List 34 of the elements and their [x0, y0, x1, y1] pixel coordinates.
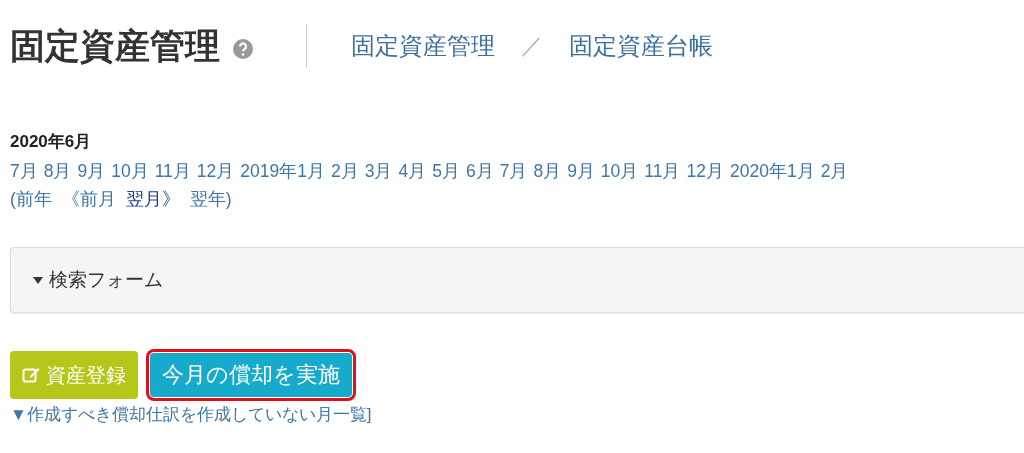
edit-icon [22, 366, 40, 384]
current-month: 2020年6月 [10, 131, 93, 153]
period-nav-link[interactable]: 《前月 [61, 187, 116, 211]
month-link[interactable]: 4月 [398, 159, 427, 183]
month-link[interactable]: 5月 [432, 159, 460, 183]
month-link[interactable]: 8月 [533, 159, 562, 183]
month-link[interactable]: 12月 [196, 159, 235, 183]
month-link[interactable]: 2月 [820, 159, 849, 183]
month-link[interactable]: 10月 [111, 159, 149, 183]
month-link[interactable]: 7月 [499, 159, 528, 183]
period-nav-link[interactable]: (前年 [10, 187, 52, 211]
month-link[interactable]: 11月 [154, 159, 191, 183]
month-link[interactable]: 2020年1月 [729, 159, 815, 183]
caret-icon [33, 276, 43, 284]
page-title: 固定資産管理 [10, 24, 220, 67]
breadcrumb-link[interactable]: 固定資産台帳 [569, 30, 713, 62]
period-nav-link[interactable]: 翌年) [189, 187, 232, 211]
month-link[interactable]: 11月 [644, 159, 681, 183]
month-link[interactable]: 10月 [600, 159, 639, 183]
breadcrumb-link[interactable]: 固定資産管理 [351, 30, 495, 62]
month-link[interactable]: 9月 [77, 159, 106, 183]
month-link[interactable]: 12月 [686, 159, 724, 183]
month-link[interactable]: 8月 [43, 159, 72, 183]
month-link[interactable]: 2月 [331, 159, 359, 183]
month-link[interactable]: 9月 [567, 159, 595, 183]
month-link[interactable]: 6月 [465, 159, 494, 183]
month-link[interactable]: 2019年1月 [240, 159, 325, 183]
month-link[interactable]: 7月 [10, 159, 38, 183]
help-icon[interactable] [232, 38, 254, 60]
breadcrumb-separator: ／ [521, 32, 543, 60]
search-form-toggle[interactable]: 検索フォーム [10, 247, 1024, 313]
unposted-months-link[interactable]: ▼作成すべき償却仕訳を作成していない月一覧] [10, 403, 1024, 426]
month-link[interactable]: 3月 [364, 159, 393, 183]
period-nav-link[interactable]: 翌月》 [125, 187, 180, 211]
